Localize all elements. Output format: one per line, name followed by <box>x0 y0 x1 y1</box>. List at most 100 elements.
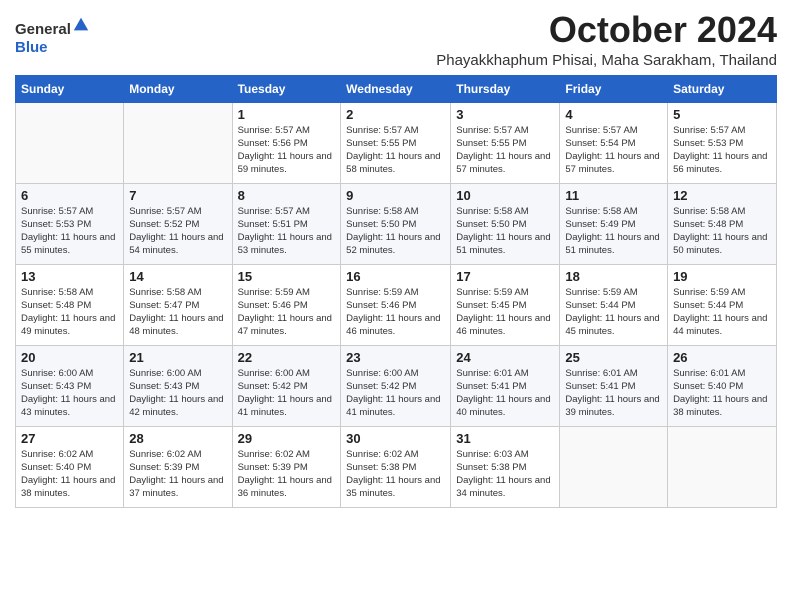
sunset-text: Sunset: 5:48 PM <box>673 219 743 230</box>
daylight-text: Daylight: 11 hours and 49 minutes. <box>21 313 115 337</box>
sunset-text: Sunset: 5:43 PM <box>129 381 199 392</box>
sunset-text: Sunset: 5:55 PM <box>456 138 526 149</box>
week-row-5: 27 Sunrise: 6:02 AM Sunset: 5:40 PM Dayl… <box>16 426 777 507</box>
calendar-cell: 24 Sunrise: 6:01 AM Sunset: 5:41 PM Dayl… <box>451 345 560 426</box>
calendar-cell: 28 Sunrise: 6:02 AM Sunset: 5:39 PM Dayl… <box>124 426 232 507</box>
cell-detail: Sunrise: 5:57 AM Sunset: 5:53 PM Dayligh… <box>21 205 118 258</box>
sunset-text: Sunset: 5:49 PM <box>565 219 635 230</box>
daylight-text: Daylight: 11 hours and 58 minutes. <box>346 151 440 175</box>
sunset-text: Sunset: 5:39 PM <box>129 462 199 473</box>
cell-content: 7 Sunrise: 5:57 AM Sunset: 5:52 PM Dayli… <box>129 188 226 260</box>
day-number: 12 <box>673 188 771 203</box>
cell-detail: Sunrise: 5:58 AM Sunset: 5:50 PM Dayligh… <box>346 205 445 258</box>
daylight-text: Daylight: 11 hours and 40 minutes. <box>456 394 550 418</box>
cell-content: 27 Sunrise: 6:02 AM Sunset: 5:40 PM Dayl… <box>21 431 118 503</box>
sunset-text: Sunset: 5:54 PM <box>565 138 635 149</box>
day-number: 25 <box>565 350 662 365</box>
month-title: October 2024 <box>90 10 777 50</box>
sunrise-text: Sunrise: 5:58 AM <box>21 287 93 298</box>
sunrise-text: Sunrise: 5:57 AM <box>456 125 528 136</box>
cell-content: 17 Sunrise: 5:59 AM Sunset: 5:45 PM Dayl… <box>456 269 554 341</box>
calendar-cell: 11 Sunrise: 5:58 AM Sunset: 5:49 PM Dayl… <box>560 183 668 264</box>
cell-content: 10 Sunrise: 5:58 AM Sunset: 5:50 PM Dayl… <box>456 188 554 260</box>
daylight-text: Daylight: 11 hours and 41 minutes. <box>238 394 332 418</box>
daylight-text: Daylight: 11 hours and 34 minutes. <box>456 475 550 499</box>
cell-content: 20 Sunrise: 6:00 AM Sunset: 5:43 PM Dayl… <box>21 350 118 422</box>
cell-detail: Sunrise: 5:57 AM Sunset: 5:52 PM Dayligh… <box>129 205 226 258</box>
daylight-text: Daylight: 11 hours and 47 minutes. <box>238 313 332 337</box>
day-number: 27 <box>21 431 118 446</box>
sunset-text: Sunset: 5:42 PM <box>346 381 416 392</box>
cell-content: 26 Sunrise: 6:01 AM Sunset: 5:40 PM Dayl… <box>673 350 771 422</box>
cell-detail: Sunrise: 6:02 AM Sunset: 5:38 PM Dayligh… <box>346 448 445 501</box>
day-number: 6 <box>21 188 118 203</box>
sunrise-text: Sunrise: 5:57 AM <box>346 125 418 136</box>
calendar-cell: 20 Sunrise: 6:00 AM Sunset: 5:43 PM Dayl… <box>16 345 124 426</box>
cell-detail: Sunrise: 6:00 AM Sunset: 5:43 PM Dayligh… <box>129 367 226 420</box>
sunset-text: Sunset: 5:44 PM <box>565 300 635 311</box>
day-number: 20 <box>21 350 118 365</box>
calendar-cell: 6 Sunrise: 5:57 AM Sunset: 5:53 PM Dayli… <box>16 183 124 264</box>
day-number: 19 <box>673 269 771 284</box>
cell-content: 5 Sunrise: 5:57 AM Sunset: 5:53 PM Dayli… <box>673 107 771 179</box>
sunset-text: Sunset: 5:38 PM <box>456 462 526 473</box>
cell-detail: Sunrise: 5:59 AM Sunset: 5:46 PM Dayligh… <box>238 286 336 339</box>
weekday-monday: Monday <box>124 75 232 102</box>
sunset-text: Sunset: 5:41 PM <box>565 381 635 392</box>
cell-content: 1 Sunrise: 5:57 AM Sunset: 5:56 PM Dayli… <box>238 107 336 179</box>
cell-detail: Sunrise: 5:57 AM Sunset: 5:51 PM Dayligh… <box>238 205 336 258</box>
weekday-tuesday: Tuesday <box>232 75 341 102</box>
calendar-body: 1 Sunrise: 5:57 AM Sunset: 5:56 PM Dayli… <box>16 102 777 507</box>
cell-content: 4 Sunrise: 5:57 AM Sunset: 5:54 PM Dayli… <box>565 107 662 179</box>
sunset-text: Sunset: 5:47 PM <box>129 300 199 311</box>
cell-detail: Sunrise: 5:57 AM Sunset: 5:56 PM Dayligh… <box>238 124 336 177</box>
calendar-cell: 2 Sunrise: 5:57 AM Sunset: 5:55 PM Dayli… <box>341 102 451 183</box>
logo-blue: Blue <box>15 39 48 56</box>
calendar-cell: 17 Sunrise: 5:59 AM Sunset: 5:45 PM Dayl… <box>451 264 560 345</box>
cell-detail: Sunrise: 5:59 AM Sunset: 5:45 PM Dayligh… <box>456 286 554 339</box>
day-number: 16 <box>346 269 445 284</box>
calendar-cell <box>16 102 124 183</box>
cell-detail: Sunrise: 6:00 AM Sunset: 5:42 PM Dayligh… <box>238 367 336 420</box>
calendar-cell: 14 Sunrise: 5:58 AM Sunset: 5:47 PM Dayl… <box>124 264 232 345</box>
daylight-text: Daylight: 11 hours and 57 minutes. <box>565 151 659 175</box>
sunrise-text: Sunrise: 5:57 AM <box>21 206 93 217</box>
cell-detail: Sunrise: 5:58 AM Sunset: 5:48 PM Dayligh… <box>673 205 771 258</box>
calendar-cell: 13 Sunrise: 5:58 AM Sunset: 5:48 PM Dayl… <box>16 264 124 345</box>
week-row-3: 13 Sunrise: 5:58 AM Sunset: 5:48 PM Dayl… <box>16 264 777 345</box>
sunrise-text: Sunrise: 6:03 AM <box>456 449 528 460</box>
daylight-text: Daylight: 11 hours and 38 minutes. <box>21 475 115 499</box>
sunset-text: Sunset: 5:44 PM <box>673 300 743 311</box>
sunset-text: Sunset: 5:55 PM <box>346 138 416 149</box>
daylight-text: Daylight: 11 hours and 44 minutes. <box>673 313 767 337</box>
cell-content: 6 Sunrise: 5:57 AM Sunset: 5:53 PM Dayli… <box>21 188 118 260</box>
cell-detail: Sunrise: 6:03 AM Sunset: 5:38 PM Dayligh… <box>456 448 554 501</box>
calendar-cell: 29 Sunrise: 6:02 AM Sunset: 5:39 PM Dayl… <box>232 426 341 507</box>
cell-detail: Sunrise: 6:02 AM Sunset: 5:39 PM Dayligh… <box>238 448 336 501</box>
logo-icon <box>72 16 90 34</box>
sunrise-text: Sunrise: 6:00 AM <box>129 368 201 379</box>
sunrise-text: Sunrise: 5:57 AM <box>129 206 201 217</box>
week-row-2: 6 Sunrise: 5:57 AM Sunset: 5:53 PM Dayli… <box>16 183 777 264</box>
calendar-cell: 4 Sunrise: 5:57 AM Sunset: 5:54 PM Dayli… <box>560 102 668 183</box>
calendar-cell: 21 Sunrise: 6:00 AM Sunset: 5:43 PM Dayl… <box>124 345 232 426</box>
cell-detail: Sunrise: 6:01 AM Sunset: 5:41 PM Dayligh… <box>456 367 554 420</box>
daylight-text: Daylight: 11 hours and 59 minutes. <box>238 151 332 175</box>
cell-content: 2 Sunrise: 5:57 AM Sunset: 5:55 PM Dayli… <box>346 107 445 179</box>
cell-content: 3 Sunrise: 5:57 AM Sunset: 5:55 PM Dayli… <box>456 107 554 179</box>
sunrise-text: Sunrise: 5:57 AM <box>238 206 310 217</box>
location-title: Phayakkhaphum Phisai, Maha Sarakham, Tha… <box>90 52 777 69</box>
sunset-text: Sunset: 5:50 PM <box>456 219 526 230</box>
sunrise-text: Sunrise: 5:59 AM <box>238 287 310 298</box>
cell-content: 25 Sunrise: 6:01 AM Sunset: 5:41 PM Dayl… <box>565 350 662 422</box>
calendar-cell: 30 Sunrise: 6:02 AM Sunset: 5:38 PM Dayl… <box>341 426 451 507</box>
cell-content: 14 Sunrise: 5:58 AM Sunset: 5:47 PM Dayl… <box>129 269 226 341</box>
calendar-cell: 23 Sunrise: 6:00 AM Sunset: 5:42 PM Dayl… <box>341 345 451 426</box>
day-number: 18 <box>565 269 662 284</box>
calendar-cell: 16 Sunrise: 5:59 AM Sunset: 5:46 PM Dayl… <box>341 264 451 345</box>
calendar-cell: 1 Sunrise: 5:57 AM Sunset: 5:56 PM Dayli… <box>232 102 341 183</box>
calendar-cell: 25 Sunrise: 6:01 AM Sunset: 5:41 PM Dayl… <box>560 345 668 426</box>
cell-content: 28 Sunrise: 6:02 AM Sunset: 5:39 PM Dayl… <box>129 431 226 503</box>
day-number: 23 <box>346 350 445 365</box>
daylight-text: Daylight: 11 hours and 35 minutes. <box>346 475 440 499</box>
